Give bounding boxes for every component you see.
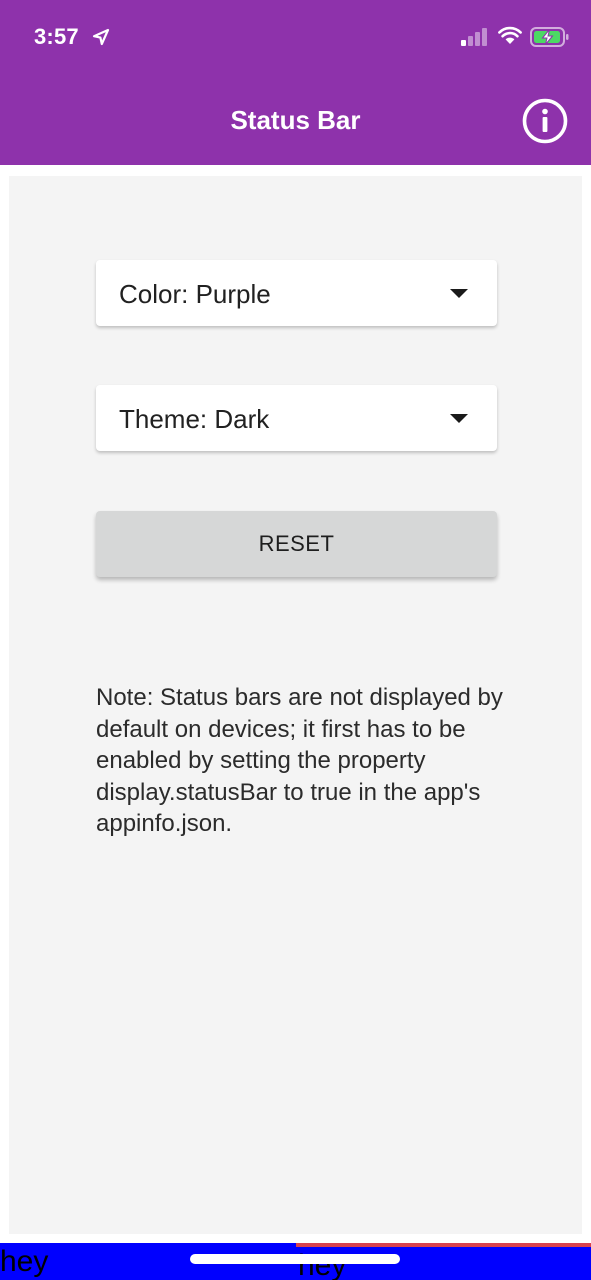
home-indicator[interactable] — [190, 1254, 400, 1264]
battery-charging-icon — [530, 27, 569, 47]
chevron-down-icon — [450, 414, 468, 423]
bottom-strip: hey hey — [0, 1243, 591, 1280]
system-status-bar: 3:57 — [0, 0, 591, 74]
location-arrow-icon — [92, 28, 110, 46]
color-select[interactable]: Color: Purple — [96, 260, 497, 326]
chevron-down-icon — [450, 289, 468, 298]
color-select-label: Color: Purple — [119, 279, 271, 309]
page-title: Status Bar — [230, 105, 361, 135]
signal-icon — [461, 28, 487, 46]
app-header: Status Bar — [0, 74, 591, 165]
note-text: Note: Status bars are not displayed by d… — [96, 684, 503, 837]
bottom-text-left: hey — [0, 1245, 49, 1278]
theme-select[interactable]: Theme: Dark — [96, 385, 497, 451]
info-button[interactable] — [521, 97, 569, 145]
bottom-accent-line — [296, 1243, 591, 1247]
theme-select-label: Theme: Dark — [119, 404, 270, 434]
wifi-icon — [498, 26, 522, 44]
status-time: 3:57 — [34, 24, 79, 49]
info-icon — [522, 98, 568, 144]
app-top-bar: 3:57 Status Bar — [0, 0, 591, 165]
reset-button[interactable]: RESET — [96, 511, 497, 577]
main-content: Color: Purple Theme: Dark RESET Note: St… — [9, 176, 582, 1234]
